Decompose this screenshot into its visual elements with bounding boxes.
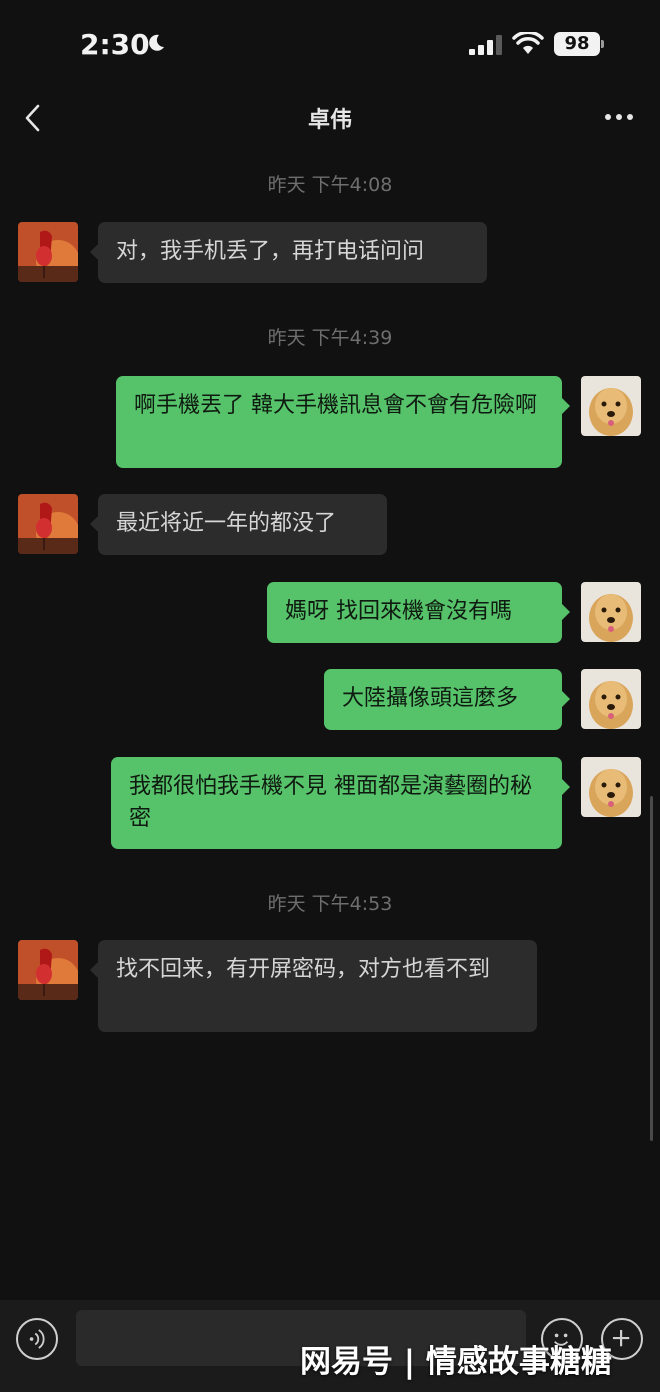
contact-avatar[interactable] [18,494,78,554]
timestamp: 昨天 下午4:39 [267,327,393,349]
voice-icon[interactable] [16,1318,58,1360]
message-bubble-outgoing[interactable]: 我都很怕我手機不見 裡面都是演藝圈的秘密 [111,757,570,849]
wifi-icon [512,32,544,54]
message-bubble-incoming[interactable]: 找不回来，有开屏密码，对方也看不到 [90,940,537,1032]
my-avatar[interactable] [581,669,641,729]
contact-avatar[interactable] [18,222,78,282]
battery-icon: 98 [554,32,600,56]
status-bar: 2:30 98 [0,0,660,90]
my-avatar[interactable] [581,582,641,642]
timestamp: 昨天 下午4:08 [267,174,393,196]
message-bubble-incoming[interactable]: 最近将近一年的都没了 [90,494,387,555]
message-bubble-incoming[interactable]: 对，我手机丢了，再打电话问问 [90,222,487,283]
status-time: 2:30 [80,28,150,61]
moon-icon [149,34,164,51]
watermark-text: 网易号 | 情感故事糖糖 [300,1344,612,1380]
timestamp: 昨天 下午4:53 [267,893,393,915]
message-bubble-outgoing[interactable]: 大陸攝像頭這麼多 [324,669,570,730]
chat-title: 卓伟 [307,108,352,133]
contact-avatar[interactable] [18,940,78,1000]
my-avatar[interactable] [581,757,641,817]
my-avatar[interactable] [581,376,641,436]
signal-icon [469,35,502,55]
message-bubble-outgoing[interactable]: 啊手機丟了 韓大手機訊息會不會有危險啊 [116,376,570,468]
battery-tip [601,40,604,48]
more-dots-icon[interactable] [604,112,634,122]
message-bubble-outgoing[interactable]: 媽呀 找回來機會沒有嗎 [267,582,570,643]
scrollbar[interactable] [650,796,653,1141]
